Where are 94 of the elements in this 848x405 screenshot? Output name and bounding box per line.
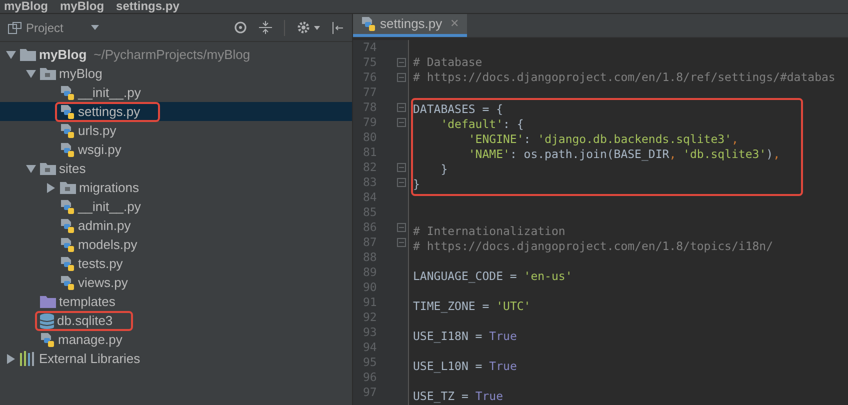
folder-icon (60, 181, 76, 194)
fold-marker-icon[interactable] (397, 103, 406, 112)
code-line: # https://docs.djangoproject.com/en/1.8/ref/settings/#databas (413, 68, 836, 86)
python-file-icon (60, 142, 75, 158)
python-file-icon (60, 236, 75, 252)
code-line: DATABASES = { (413, 100, 504, 118)
file-name: wsgi.py (78, 140, 122, 159)
tab-label: settings.py (380, 15, 442, 34)
tree-item[interactable]: db.sqlite3 (0, 311, 352, 330)
tree-item[interactable]: wsgi.py (0, 140, 352, 159)
collapsed-arrow-icon[interactable] (46, 182, 56, 192)
file-name: tests.py (78, 254, 123, 273)
code-line: } (413, 176, 420, 193)
file-name: templates (59, 292, 116, 311)
code-line: 'ENGINE': 'django.db.backends.sqlite3', (467, 130, 738, 148)
tree-item[interactable]: templates (0, 292, 352, 311)
file-name: myBlog (59, 64, 102, 83)
file-name: views.py (78, 274, 128, 292)
expanded-arrow-icon[interactable] (26, 68, 36, 78)
settings-icon[interactable] (297, 21, 310, 34)
code-line: TIME_ZONE = 'UTC' (413, 298, 531, 315)
file-name: __init__.py (78, 198, 141, 216)
tree-item[interactable]: settings.py (0, 102, 352, 121)
code-line: } (440, 160, 448, 178)
locate-icon[interactable] (234, 21, 247, 34)
fold-marker-icon[interactable] (397, 58, 406, 67)
tree-item[interactable]: __init__.py (0, 197, 352, 216)
tree-item[interactable]: External Libraries (0, 349, 352, 368)
fold-marker-icon[interactable] (397, 118, 406, 127)
python-file-icon (60, 84, 75, 100)
breadcrumb[interactable]: myBlog (4, 0, 48, 13)
collapse-icon[interactable] (259, 21, 272, 34)
project-path: ~/PycharmProjects/myBlog (94, 46, 250, 64)
code-line: USE_L10N = True (413, 358, 517, 375)
dropdown-caret-icon[interactable] (91, 25, 100, 30)
database-icon (40, 312, 54, 328)
project-view-icon (8, 22, 22, 34)
tree-item[interactable]: sites (0, 159, 352, 178)
tree-item[interactable]: myBlog (0, 64, 352, 83)
python-file-icon (361, 16, 376, 32)
code-line: # Database (413, 54, 482, 71)
folder-icon (40, 67, 56, 80)
panel-title[interactable]: Project (26, 18, 64, 36)
caret-icon[interactable] (314, 26, 320, 30)
tree-item[interactable]: views.py (0, 273, 352, 292)
file-name: db.sqlite3 (57, 312, 113, 330)
file-name: manage.py (58, 330, 122, 349)
file-name: settings.py (78, 102, 140, 121)
file-name: admin.py (78, 216, 131, 235)
file-name: migrations (79, 178, 139, 197)
fold-marker-icon[interactable] (397, 163, 406, 172)
folder-icon (40, 162, 56, 175)
tree-item[interactable]: tests.py (0, 254, 352, 273)
code-line: # https://docs.djangoproject.com/en/1.8/topics/i18n/ (413, 238, 774, 255)
libraries-icon (20, 351, 36, 366)
tree-item[interactable]: __init__.py (0, 83, 352, 102)
file-name: urls.py (78, 122, 116, 140)
expanded-arrow-icon[interactable] (26, 164, 36, 174)
python-file-icon (60, 274, 75, 290)
fold-marker-icon[interactable] (397, 73, 406, 82)
code-line: USE_I18N = True (413, 328, 517, 345)
file-name: External Libraries (39, 350, 140, 368)
python-file-icon (40, 332, 55, 348)
hide-panel-icon[interactable] (332, 22, 344, 34)
editor-tab[interactable]: settings.py ✕ (353, 14, 468, 37)
python-file-icon (60, 122, 75, 138)
tree-item[interactable]: manage.py (0, 330, 352, 349)
folder-icon (40, 295, 56, 308)
tree-item[interactable]: urls.py (0, 121, 352, 140)
code-line: 'default': { (440, 116, 524, 133)
fold-marker-icon[interactable] (397, 178, 406, 187)
python-file-icon (60, 256, 75, 272)
python-file-icon (60, 218, 75, 234)
tree-item[interactable]: myBlog ~/PycharmProjects/myBlog (0, 45, 352, 64)
breadcrumb[interactable]: myBlog (60, 0, 104, 13)
file-name: myBlog (39, 46, 87, 64)
tree-item[interactable]: models.py (0, 235, 352, 254)
python-file-icon (60, 104, 75, 120)
python-file-icon (60, 198, 75, 214)
code-line: LANGUAGE_CODE = 'en-us' (413, 268, 572, 285)
tree-item[interactable]: admin.py (0, 216, 352, 235)
breadcrumb[interactable]: settings.py (116, 0, 180, 13)
file-name: __init__.py (78, 84, 141, 102)
expanded-arrow-icon[interactable] (6, 50, 16, 60)
collapsed-arrow-icon[interactable] (6, 354, 16, 364)
file-name: models.py (78, 236, 138, 254)
folder-icon (20, 48, 36, 61)
code-line: USE_TZ = True (413, 388, 504, 405)
fold-marker-icon[interactable] (397, 223, 406, 232)
fold-marker-icon[interactable] (397, 238, 406, 247)
code-line: 'NAME': os.path.join(BASE_DIR, 'db.sqlite3'), (467, 146, 780, 163)
tree-item[interactable]: migrations (0, 178, 352, 197)
code-line: # Internationalization (413, 222, 566, 240)
file-name: sites (59, 160, 86, 178)
